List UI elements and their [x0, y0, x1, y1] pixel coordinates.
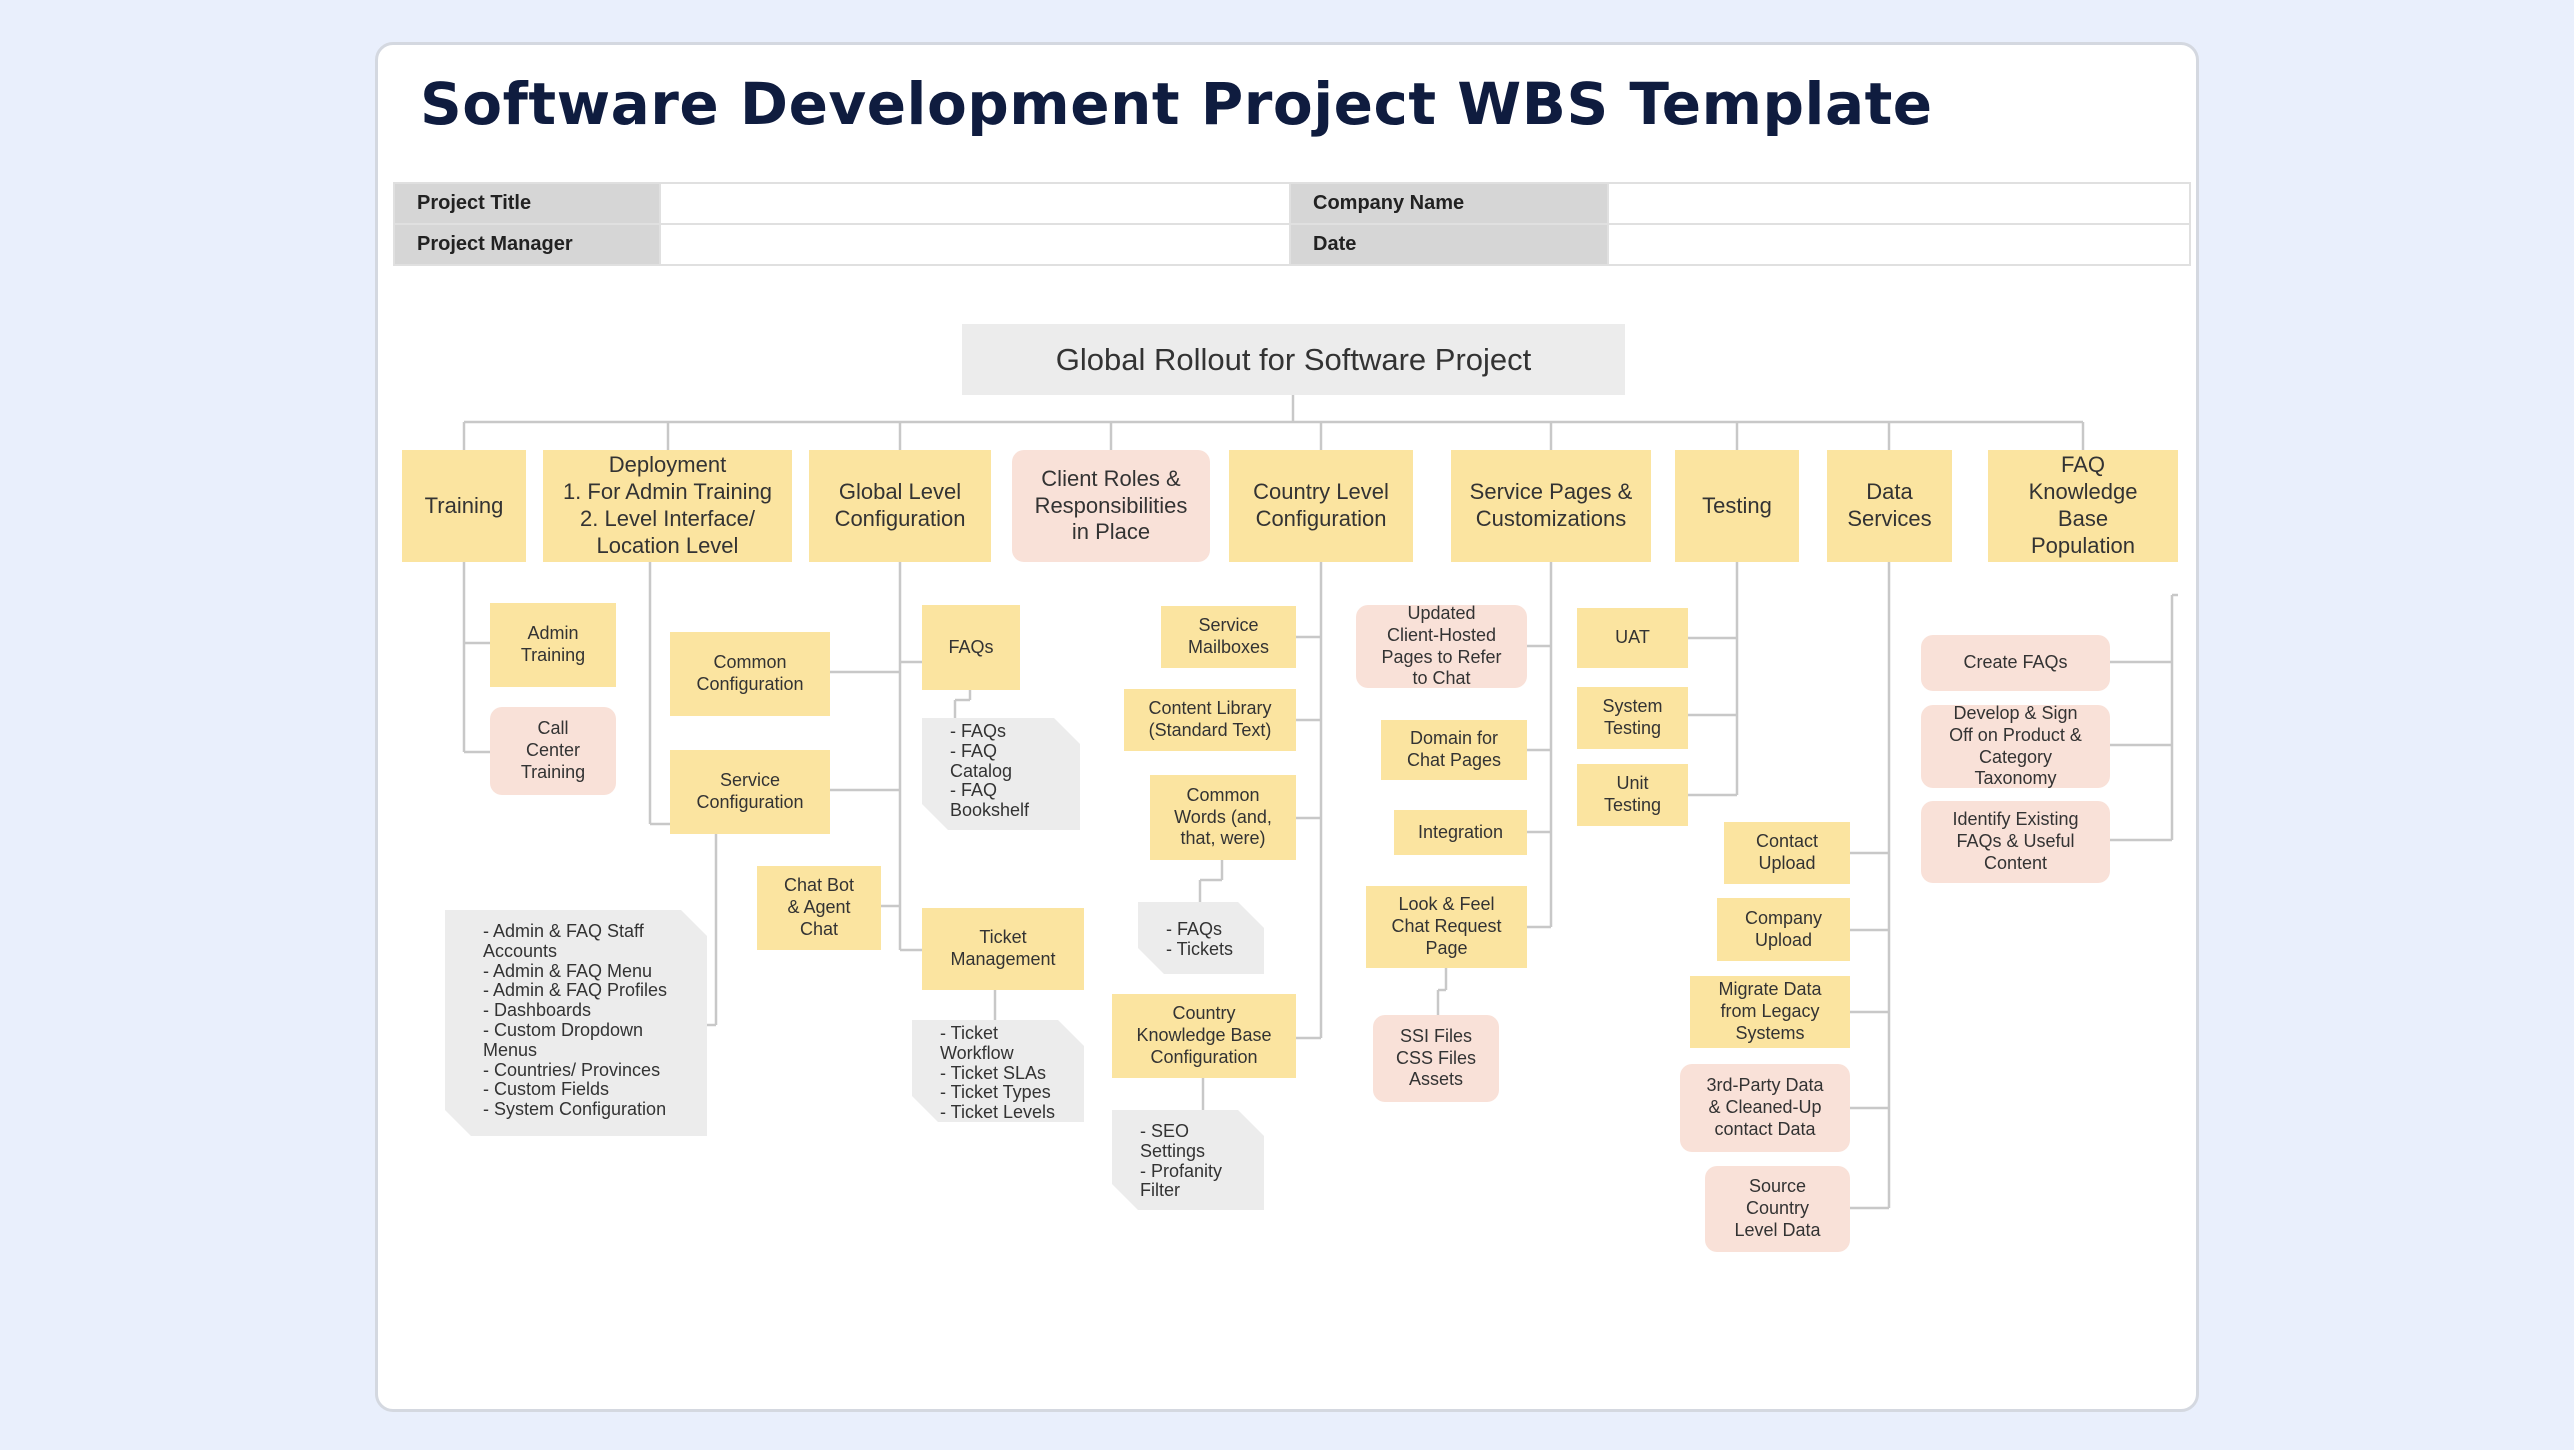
- country-kb-notes: - SEO Settings - Profanity Filter: [1112, 1110, 1264, 1210]
- faq-knowledge-base-node: FAQ Knowledge Base Population: [1988, 450, 2178, 562]
- ssi-files-node: SSI Files CSS Files Assets: [1373, 1015, 1499, 1102]
- ticket-notes: - Ticket Workflow - Ticket SLAs - Ticket…: [912, 1020, 1084, 1122]
- common-configuration-node: Common Configuration: [670, 632, 830, 716]
- service-configuration-node: Service Configuration: [670, 750, 830, 834]
- country-level-configuration-node: Country Level Configuration: [1229, 450, 1413, 562]
- unit-testing-node: Unit Testing: [1577, 764, 1688, 826]
- domain-for-chat-pages-node: Domain for Chat Pages: [1381, 720, 1527, 780]
- updated-client-hosted-pages-node: Updated Client-Hosted Pages to Refer to …: [1356, 603, 1527, 688]
- content-library-node: Content Library (Standard Text): [1124, 689, 1296, 751]
- common-words-notes: - FAQs - Tickets: [1138, 902, 1264, 974]
- source-country-level-data-node: Source Country Level Data: [1705, 1166, 1850, 1252]
- create-faqs-node: Create FAQs: [1921, 635, 2110, 691]
- migrate-data-node: Migrate Data from Legacy Systems: [1690, 976, 1850, 1048]
- service-pages-node: Service Pages & Customizations: [1451, 450, 1651, 562]
- integration-node: Integration: [1394, 810, 1527, 855]
- admin-training-node: Admin Training: [490, 603, 616, 687]
- contact-upload-node: Contact Upload: [1724, 822, 1850, 884]
- develop-sign-off-node: Develop & Sign Off on Product & Category…: [1921, 703, 2110, 788]
- deployment-notes: - Admin & FAQ Staff Accounts - Admin & F…: [445, 910, 707, 1136]
- identify-existing-faqs-node: Identify Existing FAQs & Useful Content: [1921, 801, 2110, 883]
- deployment-node: Deployment 1. For Admin Training 2. Leve…: [543, 450, 792, 562]
- testing-node: Testing: [1675, 450, 1799, 562]
- third-party-data-node: 3rd-Party Data & Cleaned-Up contact Data: [1680, 1064, 1850, 1152]
- client-roles-node: Client Roles & Responsibilities in Place: [1012, 450, 1210, 562]
- global-level-configuration-node: Global Level Configuration: [809, 450, 991, 562]
- system-testing-node: System Testing: [1577, 687, 1688, 749]
- service-mailboxes-node: Service Mailboxes: [1161, 606, 1296, 668]
- common-words-node: Common Words (and, that, were): [1150, 775, 1296, 860]
- ticket-management-node: Ticket Management: [922, 908, 1084, 990]
- company-upload-node: Company Upload: [1717, 898, 1850, 961]
- faqs-node: FAQs: [922, 605, 1020, 690]
- uat-node: UAT: [1577, 608, 1688, 668]
- look-and-feel-node: Look & Feel Chat Request Page: [1366, 886, 1527, 968]
- country-knowledge-base-node: Country Knowledge Base Configuration: [1112, 994, 1296, 1078]
- faqs-notes: - FAQs - FAQ Catalog - FAQ Bookshelf: [922, 718, 1080, 830]
- chat-bot-agent-chat-node: Chat Bot & Agent Chat: [757, 866, 881, 950]
- call-center-training-node: Call Center Training: [490, 707, 616, 795]
- data-services-node: Data Services: [1827, 450, 1952, 562]
- root-node: Global Rollout for Software Project: [962, 324, 1625, 395]
- training-node: Training: [402, 450, 526, 562]
